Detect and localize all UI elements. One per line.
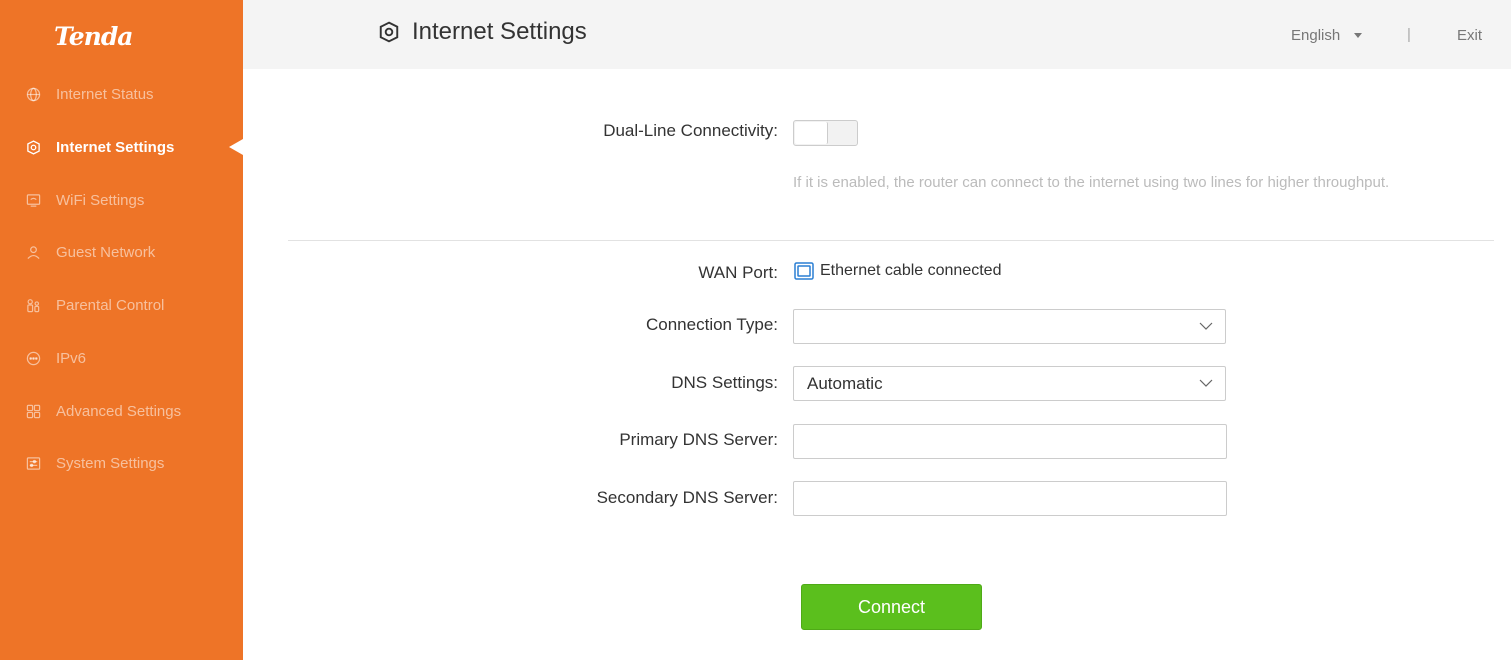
internet-settings-icon — [26, 139, 48, 155]
tenda-logo: Tenda — [54, 22, 133, 51]
ethernet-port-icon — [794, 262, 814, 280]
language-label: English — [1291, 27, 1341, 44]
wan-port-status: Ethernet cable connected — [794, 262, 1001, 280]
parental-control-icon — [26, 297, 48, 313]
grid-icon — [26, 403, 48, 419]
top-bar: Internet Settings English | Exit — [243, 0, 1511, 69]
dual-line-label: Dual-Line Connectivity: — [603, 121, 778, 140]
globe-icon — [26, 86, 48, 102]
system-settings-icon — [26, 455, 48, 471]
sidebar-item-label: IPv6 — [56, 349, 87, 367]
exit-link[interactable]: Exit — [1457, 27, 1482, 44]
internet-settings-icon — [378, 20, 406, 44]
page-title: Internet Settings — [378, 18, 587, 46]
language-selector[interactable]: English — [1291, 27, 1363, 44]
sidebar-item-label: Advanced Settings — [56, 402, 182, 420]
dns-settings-label: DNS Settings: — [671, 373, 778, 392]
dns-settings-select[interactable]: Automatic — [793, 366, 1226, 401]
sidebar-item-system-settings[interactable]: System Settings — [0, 443, 243, 483]
dual-line-hint: If it is enabled, the router can connect… — [793, 174, 1390, 191]
wifi-settings-icon — [26, 192, 48, 208]
sidebar-item-internet-settings[interactable]: Internet Settings — [0, 127, 243, 167]
wan-port-status-text: Ethernet cable connected — [820, 262, 1002, 279]
caret-down-icon — [1354, 33, 1363, 38]
page-title-text: Internet Settings — [412, 18, 587, 45]
sidebar-item-label: Internet Settings — [56, 138, 175, 156]
secondary-dns-label: Secondary DNS Server: — [596, 488, 778, 507]
active-indicator — [229, 139, 243, 155]
chevron-down-icon — [1199, 379, 1213, 387]
dns-settings-value: Automatic — [807, 373, 883, 393]
dual-line-toggle[interactable] — [793, 120, 858, 146]
sidebar-item-parental-control[interactable]: Parental Control — [0, 285, 243, 325]
sidebar-item-wifi-settings[interactable]: WiFi Settings — [0, 180, 243, 220]
primary-dns-input[interactable] — [793, 424, 1227, 459]
sidebar-item-label: Internet Status — [56, 85, 154, 103]
wan-port-label: WAN Port: — [698, 263, 778, 282]
sidebar-item-label: Parental Control — [56, 296, 165, 314]
sidebar-item-guest-network[interactable]: Guest Network — [0, 232, 243, 272]
sidebar-item-label: Guest Network — [56, 243, 156, 261]
header-separator: | — [1407, 26, 1411, 43]
guest-user-icon — [26, 244, 48, 260]
secondary-dns-input[interactable] — [793, 481, 1227, 516]
sidebar-item-ipv6[interactable]: IPv6 — [0, 338, 243, 378]
connection-type-select[interactable] — [793, 309, 1226, 344]
sidebar-item-label: WiFi Settings — [56, 191, 145, 209]
connect-button[interactable]: Connect — [801, 584, 982, 630]
primary-dns-label: Primary DNS Server: — [619, 430, 778, 449]
sidebar: Tenda Internet Status Internet Settings … — [0, 0, 243, 660]
sidebar-item-advanced-settings[interactable]: Advanced Settings — [0, 391, 243, 431]
ipv6-icon — [26, 350, 48, 366]
chevron-down-icon — [1199, 322, 1213, 330]
toggle-knob — [795, 122, 828, 144]
connection-type-label: Connection Type: — [646, 315, 778, 334]
sidebar-item-label: System Settings — [56, 454, 165, 472]
section-divider — [288, 240, 1494, 241]
sidebar-item-internet-status[interactable]: Internet Status — [0, 74, 243, 114]
